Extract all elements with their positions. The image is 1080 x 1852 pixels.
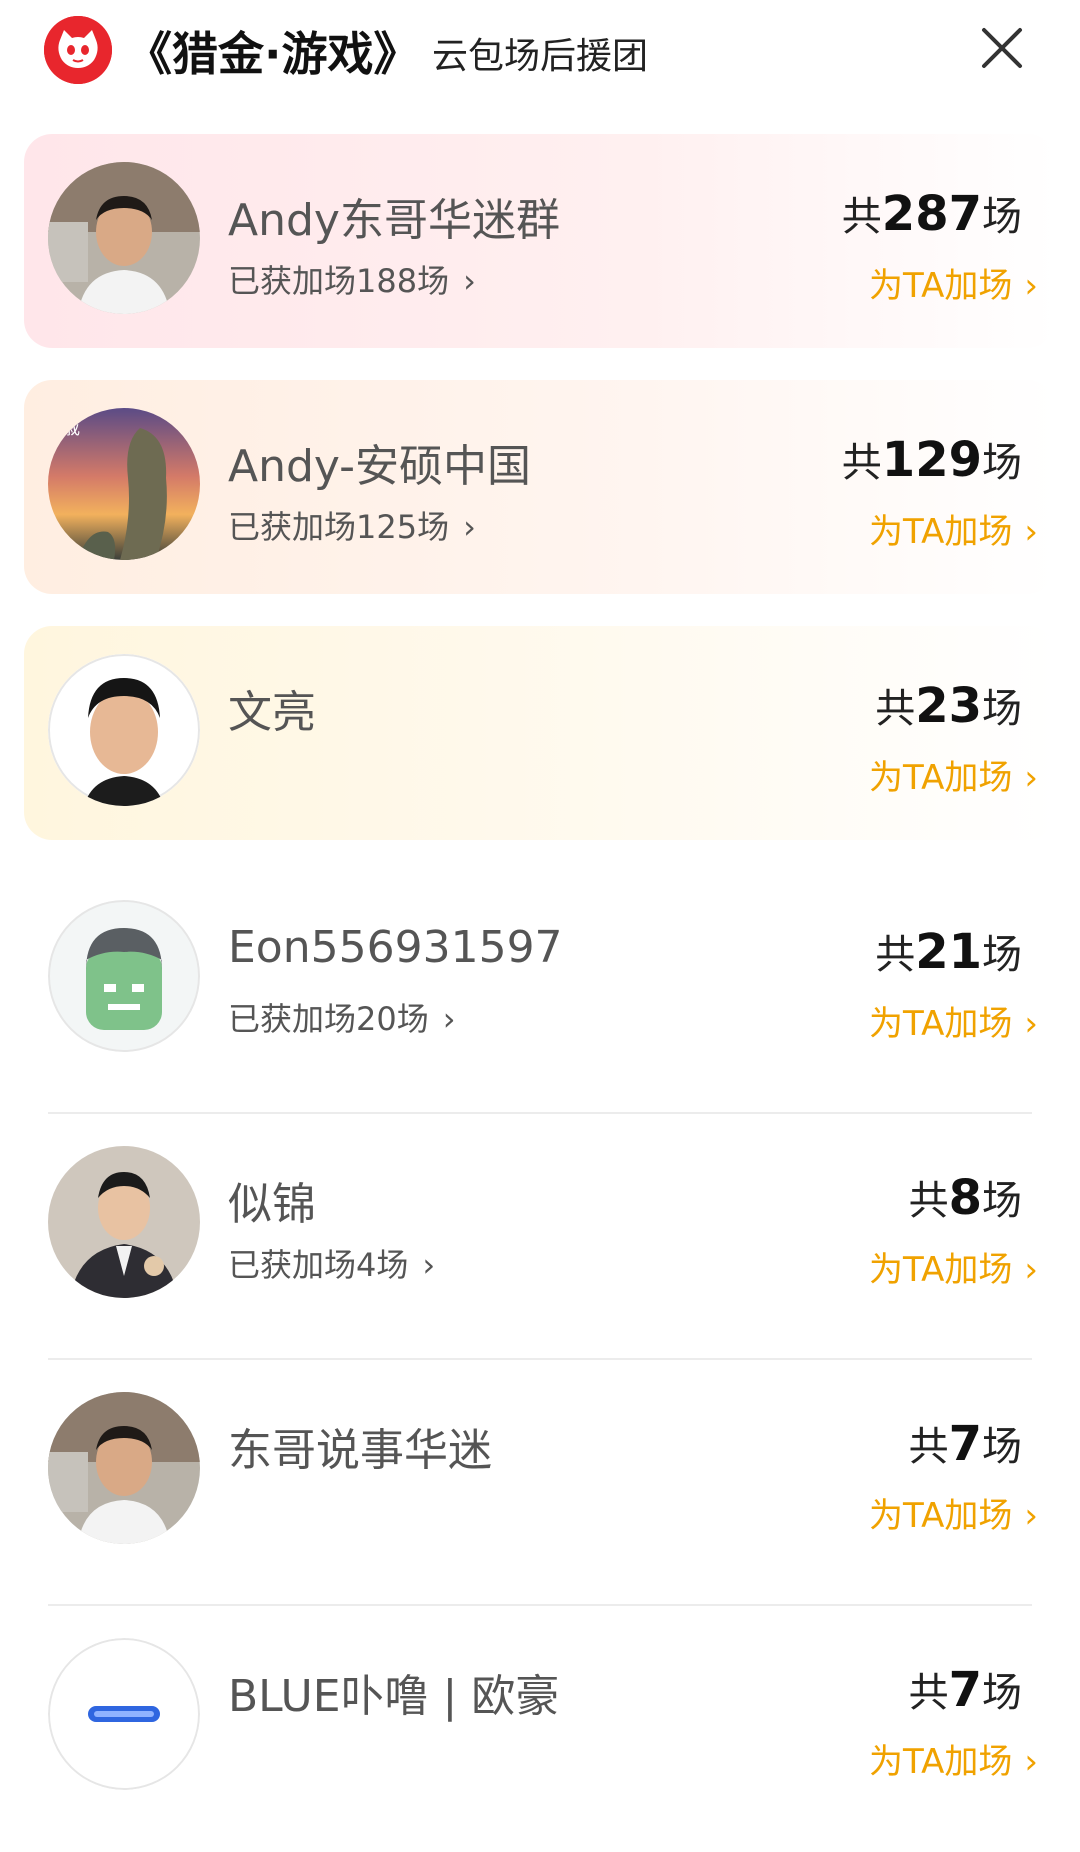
chevron-right-icon: › xyxy=(1024,1742,1038,1782)
gained-count-link[interactable]: 已获加场188场 › xyxy=(228,256,476,302)
boost-label: 为TA加场 xyxy=(869,1004,1013,1044)
avatar xyxy=(48,162,200,314)
gained-count-text: 已获加场20场 xyxy=(228,1000,429,1038)
boost-label: 为TA加场 xyxy=(869,1496,1013,1536)
user-name: Eon556931597 xyxy=(228,922,563,973)
total-number: 8 xyxy=(948,1170,982,1226)
boost-button[interactable]: 为TA加场 › xyxy=(869,1488,1038,1537)
user-name: 东哥说事华迷 xyxy=(228,1425,492,1476)
gained-count-link[interactable]: 已获加场20场 › xyxy=(228,994,456,1040)
gained-count-text: 已获加场125场 xyxy=(228,508,450,546)
gained-count-text: 已获加场4场 xyxy=(228,1246,409,1284)
list-item[interactable]: BLUE卟噜 | 欧豪 共7场 为TA加场 › xyxy=(0,1606,1080,1852)
page-subtitle: 云包场后援团 xyxy=(432,36,649,77)
list-item[interactable]: Eon556931597 已获加场20场 › 共21场 为TA加场 › xyxy=(0,868,1080,1114)
total-prefix: 共 xyxy=(875,932,916,978)
boost-label: 为TA加场 xyxy=(869,512,1013,552)
chevron-right-icon: › xyxy=(1024,758,1038,798)
avatar xyxy=(48,1638,200,1790)
total-prefix: 共 xyxy=(908,1670,949,1716)
boost-button[interactable]: 为TA加场 › xyxy=(869,1242,1038,1291)
total-number: 7 xyxy=(948,1662,982,1718)
header: 《猎金·游戏》 云包场后援团 xyxy=(0,0,1080,120)
boost-button[interactable]: 为TA加场 › xyxy=(869,504,1038,553)
user-name: Andy东哥华迷群 xyxy=(228,195,560,246)
boost-button[interactable]: 为TA加场 › xyxy=(869,750,1038,799)
avatar: 戚 xyxy=(48,408,200,560)
chevron-right-icon: › xyxy=(1024,1496,1038,1536)
list-item[interactable]: 东哥说事华迷 共7场 为TA加场 › xyxy=(0,1360,1080,1606)
total-prefix: 共 xyxy=(841,440,882,486)
user-name: Andy-安硕中国 xyxy=(228,441,532,492)
total-sessions: 共23场 xyxy=(875,676,1022,734)
boost-label: 为TA加场 xyxy=(869,266,1013,306)
total-number: 129 xyxy=(881,432,982,488)
avatar xyxy=(48,654,200,806)
total-number: 21 xyxy=(915,924,982,980)
list-item[interactable]: 文亮 共23场 为TA加场 › xyxy=(0,622,1080,868)
list-item[interactable]: 似锦 已获加场4场 › 共8场 为TA加场 › xyxy=(0,1114,1080,1360)
total-suffix: 场 xyxy=(982,1424,1022,1470)
total-sessions: 共129场 xyxy=(842,430,1022,488)
user-name: 文亮 xyxy=(228,687,316,738)
chevron-right-icon: › xyxy=(1024,1250,1038,1290)
chevron-right-icon: › xyxy=(442,1000,456,1038)
user-name: BLUE卟噜 | 欧豪 xyxy=(228,1671,560,1722)
chevron-right-icon: › xyxy=(463,262,476,300)
total-sessions: 共287场 xyxy=(842,184,1022,242)
total-suffix: 场 xyxy=(982,1670,1022,1716)
list-item[interactable]: Andy东哥华迷群 已获加场188场 › 共287场 为TA加场 › xyxy=(0,130,1080,376)
gained-count-link[interactable]: 已获加场125场 › xyxy=(228,502,476,548)
boost-button[interactable]: 为TA加场 › xyxy=(869,1734,1038,1783)
avatar xyxy=(48,1392,200,1544)
avatar xyxy=(48,900,200,1052)
boost-label: 为TA加场 xyxy=(869,1250,1013,1290)
total-prefix: 共 xyxy=(875,686,916,732)
chevron-right-icon: › xyxy=(422,1246,436,1284)
total-prefix: 共 xyxy=(908,1424,949,1470)
gained-count-link[interactable]: 已获加场4场 › xyxy=(228,1240,435,1286)
total-prefix: 共 xyxy=(908,1178,949,1224)
total-prefix: 共 xyxy=(841,194,882,240)
total-number: 7 xyxy=(948,1416,982,1472)
total-sessions: 共7场 xyxy=(909,1414,1022,1472)
chevron-right-icon: › xyxy=(1024,266,1038,306)
total-suffix: 场 xyxy=(982,932,1022,978)
chevron-right-icon: › xyxy=(1024,512,1038,552)
boost-label: 为TA加场 xyxy=(869,758,1013,798)
total-suffix: 场 xyxy=(982,1178,1022,1224)
chevron-right-icon: › xyxy=(463,508,476,546)
total-sessions: 共8场 xyxy=(909,1168,1022,1226)
boost-button[interactable]: 为TA加场 › xyxy=(869,258,1038,307)
list-item[interactable]: 戚 Andy-安硕中国 已获加场125场 › 共129场 为TA加场 › xyxy=(0,376,1080,622)
boost-button[interactable]: 为TA加场 › xyxy=(869,996,1038,1045)
avatar xyxy=(48,1146,200,1298)
gained-count-text: 已获加场188场 xyxy=(228,262,450,300)
cat-logo-icon xyxy=(44,16,112,84)
user-name: 似锦 xyxy=(228,1179,316,1230)
total-sessions: 共7场 xyxy=(909,1660,1022,1718)
page-title: 《猎金·游戏》 xyxy=(126,27,420,81)
total-suffix: 场 xyxy=(982,686,1022,732)
total-suffix: 场 xyxy=(982,440,1022,486)
total-sessions: 共21场 xyxy=(875,922,1022,980)
total-suffix: 场 xyxy=(982,194,1022,240)
total-number: 23 xyxy=(915,678,982,734)
boost-label: 为TA加场 xyxy=(869,1742,1013,1782)
close-icon[interactable] xyxy=(972,18,1032,78)
chevron-right-icon: › xyxy=(1024,1004,1038,1044)
total-number: 287 xyxy=(881,186,982,242)
